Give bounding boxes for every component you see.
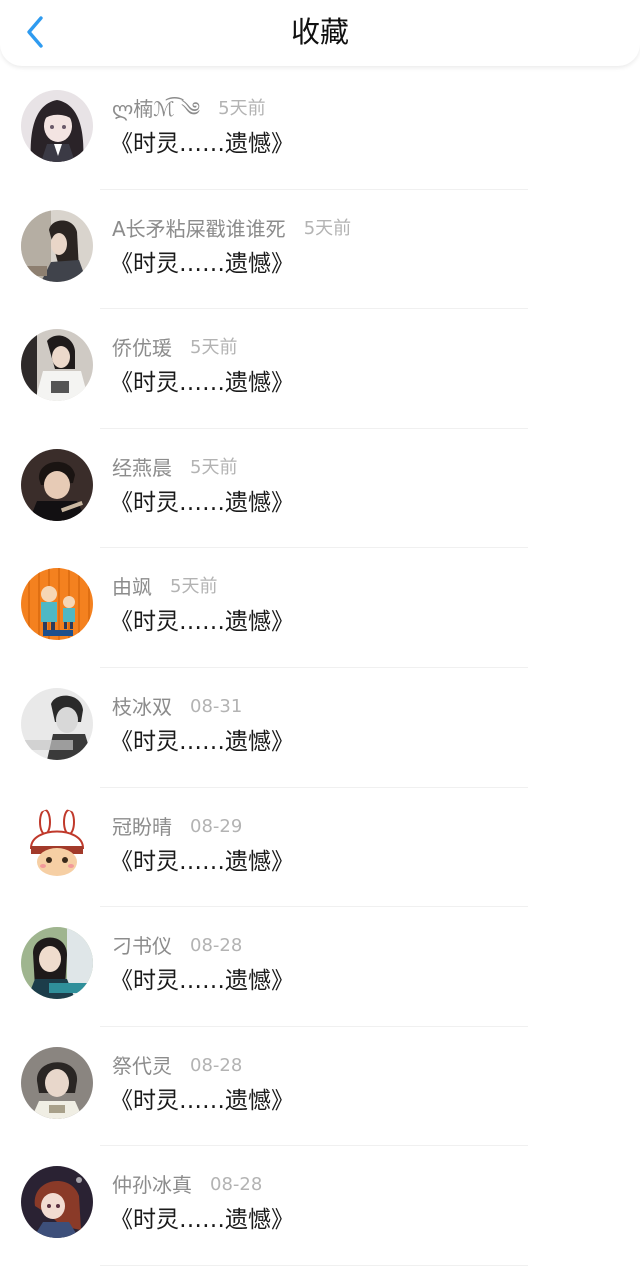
username: 侨优瑗 [112,336,172,361]
username: 枝冰双 [112,694,172,719]
avatar[interactable] [21,90,93,162]
avatar[interactable] [21,687,93,760]
timestamp: 08-29 [190,815,243,837]
item-title: 《时灵……遗憾》 [110,728,294,755]
item-title: 《时灵……遗憾》 [110,609,294,636]
list-item[interactable]: 经燕晨 5天前 《时灵……遗憾》 [0,429,640,549]
item-title: 《时灵……遗憾》 [110,1087,294,1114]
dark-hair-girl-avatar [21,90,93,162]
avatar[interactable] [21,329,93,402]
white-shirt-girl-avatar [21,329,93,402]
page-title: 收藏 [290,15,349,49]
username: 冠盼晴 [112,814,172,839]
item-title: 《时灵……遗憾》 [110,489,294,516]
username: 由飒 [112,575,152,600]
list-item[interactable]: A长矛粘屎戳谁谁死 5天前 《时灵……遗憾》 [0,190,640,310]
list-item[interactable]: 由飒 5天前 《时灵……遗憾》 [0,548,640,668]
anime-girl-avatar [21,1166,93,1239]
item-title: 《时灵……遗憾》 [110,131,294,157]
avatar[interactable] [21,927,93,1000]
timestamp: 08-31 [190,695,243,717]
list-item[interactable]: 冠盼晴 08-29 《时灵……遗憾》 [0,788,640,908]
girl-photo-avatar [21,209,93,282]
avatar[interactable] [21,448,93,521]
item-title: 《时灵……遗憾》 [110,968,294,995]
username: A长矛粘屎戳谁谁死 [112,216,286,241]
item-title: 《时灵……遗憾》 [110,1207,294,1234]
list-item[interactable]: 祭代灵 08-28 《时灵……遗憾》 [0,1027,640,1147]
username: 仲孙冰真 [112,1173,192,1198]
timestamp: 5天前 [190,337,238,359]
girl-outdoor-avatar [21,927,93,1000]
list-item[interactable]: 侨优瑗 5天前 《时灵……遗憾》 [0,309,640,429]
item-title: 《时灵……遗憾》 [110,370,294,397]
avatar[interactable] [21,1166,93,1239]
timestamp: 08-28 [210,1174,263,1196]
list-item[interactable]: 刁书仪 08-28 《时灵……遗憾》 [0,907,640,1027]
divider [100,1264,528,1266]
bunny-hat-cartoon-avatar [21,807,93,880]
timestamp: 5天前 [190,456,238,478]
list-item[interactable]: 枝冰双 08-31 《时灵……遗憾》 [0,668,640,788]
cartoon-couple-avatar [21,568,93,641]
item-title: 《时灵……遗憾》 [110,250,294,277]
username: 祭代灵 [112,1053,172,1078]
timestamp: 08-28 [190,935,243,957]
grayscale-boy-avatar [21,687,93,760]
avatar[interactable] [21,807,93,880]
navigation-bar: 收藏 [0,0,640,66]
item-title: 《时灵……遗憾》 [110,848,294,875]
boy-writing-avatar [21,448,93,521]
favorites-list: ლ楠ℳ͡ ༄ 5天前 《时灵……遗憾》 A长矛粘屎戳谁谁死 5天前 《时灵……遗… [0,70,640,1266]
timestamp: 5天前 [170,576,218,598]
avatar[interactable] [21,1046,93,1119]
username: 经燕晨 [112,455,172,480]
avatar[interactable] [21,568,93,641]
short-hair-girl-avatar [21,1046,93,1119]
timestamp: 5天前 [218,98,266,119]
timestamp: 5天前 [303,217,352,239]
timestamp: 08-28 [190,1054,243,1076]
username: 刁书仪 [112,934,172,959]
list-item[interactable]: 仲孙冰真 08-28 《时灵……遗憾》 [0,1146,640,1266]
username: ლ楠ℳ͡ ༄ [112,97,201,121]
avatar[interactable] [21,209,93,282]
list-item[interactable]: ლ楠ℳ͡ ༄ 5天前 《时灵……遗憾》 [0,70,640,190]
